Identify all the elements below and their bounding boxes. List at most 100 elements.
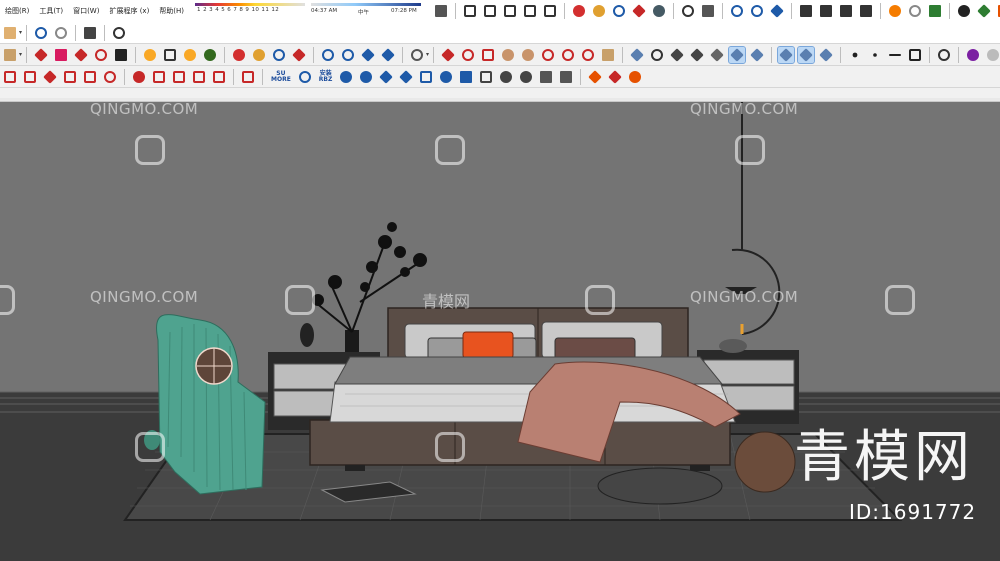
orbit-icon[interactable]: [231, 47, 247, 63]
eraser-icon[interactable]: [53, 47, 69, 63]
paint-bucket-icon[interactable]: [433, 3, 449, 19]
undo-icon[interactable]: [33, 25, 49, 41]
menu-help[interactable]: 帮助(H): [154, 6, 189, 16]
zoom-extents-icon[interactable]: [631, 3, 647, 19]
xray-icon[interactable]: [777, 45, 796, 64]
tools-icon[interactable]: [378, 69, 394, 85]
freehand-icon[interactable]: [460, 47, 476, 63]
search-red-icon[interactable]: [102, 69, 118, 85]
footprint-icon[interactable]: [669, 47, 685, 63]
house-icon[interactable]: [607, 69, 623, 85]
position-camera-icon[interactable]: [651, 3, 667, 19]
home-icon[interactable]: [462, 3, 478, 19]
tree-icon[interactable]: [976, 3, 992, 19]
orbit-icon[interactable]: [571, 3, 587, 19]
rotate-icon[interactable]: [93, 47, 109, 63]
top-view-icon[interactable]: [502, 3, 518, 19]
shaded-style-icon[interactable]: [728, 45, 747, 64]
line-icon[interactable]: [887, 47, 903, 63]
pie-icon[interactable]: [560, 47, 576, 63]
shield-icon[interactable]: [927, 3, 943, 19]
info-icon[interactable]: [111, 25, 127, 41]
gear-icon[interactable]: [338, 69, 354, 85]
polygon-icon[interactable]: [520, 47, 536, 63]
follow-me-icon[interactable]: [600, 47, 616, 63]
scale-icon[interactable]: [113, 47, 129, 63]
globe-icon[interactable]: [131, 69, 147, 85]
menu-extensions[interactable]: 扩展程序 (x): [104, 6, 154, 16]
texture-style-icon[interactable]: [749, 47, 765, 63]
section-fill-icon[interactable]: [360, 47, 376, 63]
time-of-day-slider[interactable]: 04:37 AM 中午 07:28 PM: [311, 2, 422, 22]
eyedropper-icon[interactable]: [649, 47, 665, 63]
move-icon[interactable]: [73, 47, 89, 63]
warehouse-icon[interactable]: [887, 3, 903, 19]
refresh-icon[interactable]: [907, 3, 923, 19]
texture-icon[interactable]: [689, 47, 705, 63]
pan-icon[interactable]: [251, 47, 267, 63]
walk-icon[interactable]: [700, 3, 716, 19]
hide-icon[interactable]: [936, 47, 952, 63]
zoom-extents-icon[interactable]: [291, 47, 307, 63]
menu-draw[interactable]: 绘图(R): [0, 6, 34, 16]
bracket-icon[interactable]: [240, 69, 256, 85]
iso-view-icon[interactable]: [482, 3, 498, 19]
user-icon[interactable]: [409, 47, 425, 63]
su-more-button[interactable]: SU MORE: [269, 69, 293, 85]
point-icon[interactable]: [847, 47, 863, 63]
month-slider[interactable]: 1 2 3 4 5 6 7 8 9 10 11 12: [195, 2, 306, 22]
print-icon[interactable]: [82, 25, 98, 41]
section-cut-icon[interactable]: [380, 47, 396, 63]
chevron-down-icon[interactable]: ▾: [19, 29, 22, 36]
box-outline-icon[interactable]: [478, 69, 494, 85]
protractor-icon[interactable]: [182, 47, 198, 63]
rectangle-icon[interactable]: [480, 47, 496, 63]
copy-icon[interactable]: [418, 69, 434, 85]
cluster-icon[interactable]: [518, 69, 534, 85]
check-box-icon[interactable]: [62, 69, 78, 85]
select-icon[interactable]: [33, 47, 49, 63]
chevron-down-icon[interactable]: ▾: [426, 51, 429, 58]
install-rbz-button[interactable]: 安装 RBZ: [317, 69, 335, 85]
tag-icon[interactable]: [2, 47, 18, 63]
zoom-icon[interactable]: [611, 3, 627, 19]
section-cut-icon[interactable]: [769, 3, 785, 19]
section-display-icon[interactable]: [749, 3, 765, 19]
gear-icon[interactable]: [358, 69, 374, 85]
trash-icon[interactable]: [211, 69, 227, 85]
right-view-icon[interactable]: [542, 3, 558, 19]
section-display-icon[interactable]: [340, 47, 356, 63]
add-icon[interactable]: [956, 3, 972, 19]
pan-icon[interactable]: [591, 3, 607, 19]
dot-icon[interactable]: [867, 47, 883, 63]
wireframe-icon[interactable]: [818, 47, 834, 63]
pencil-icon[interactable]: [440, 47, 456, 63]
plugin-badge-icon[interactable]: [965, 47, 981, 63]
toggle-icon[interactable]: [438, 69, 454, 85]
flip-icon[interactable]: [42, 69, 58, 85]
component-icon[interactable]: [798, 3, 814, 19]
check-icon[interactable]: [82, 69, 98, 85]
zoom-icon[interactable]: [271, 47, 287, 63]
gift-icon[interactable]: [151, 69, 167, 85]
flame-icon[interactable]: [627, 69, 643, 85]
chevron-down-icon[interactable]: ▾: [19, 51, 22, 58]
model-viewport[interactable]: QINGMO.COM QINGMO.COM QINGMO.COM QINGMO.…: [0, 102, 1000, 561]
section-plane-icon[interactable]: [729, 3, 745, 19]
search-icon[interactable]: [297, 69, 313, 85]
settings-icon[interactable]: [985, 47, 1000, 63]
front-view-icon[interactable]: [522, 3, 538, 19]
cube-solid-icon[interactable]: [538, 69, 554, 85]
styles-icon[interactable]: [838, 3, 854, 19]
materials-icon[interactable]: [818, 3, 834, 19]
extension-icon[interactable]: [996, 3, 1000, 19]
layers-icon[interactable]: [858, 3, 874, 19]
image-icon[interactable]: [191, 69, 207, 85]
look-around-icon[interactable]: [680, 3, 696, 19]
text-icon[interactable]: [162, 47, 178, 63]
wrench-icon[interactable]: [398, 69, 414, 85]
square-icon[interactable]: [907, 47, 923, 63]
menu-tools[interactable]: 工具(T): [34, 6, 68, 16]
box-icon[interactable]: [709, 47, 725, 63]
cylinder-icon[interactable]: [2, 69, 18, 85]
